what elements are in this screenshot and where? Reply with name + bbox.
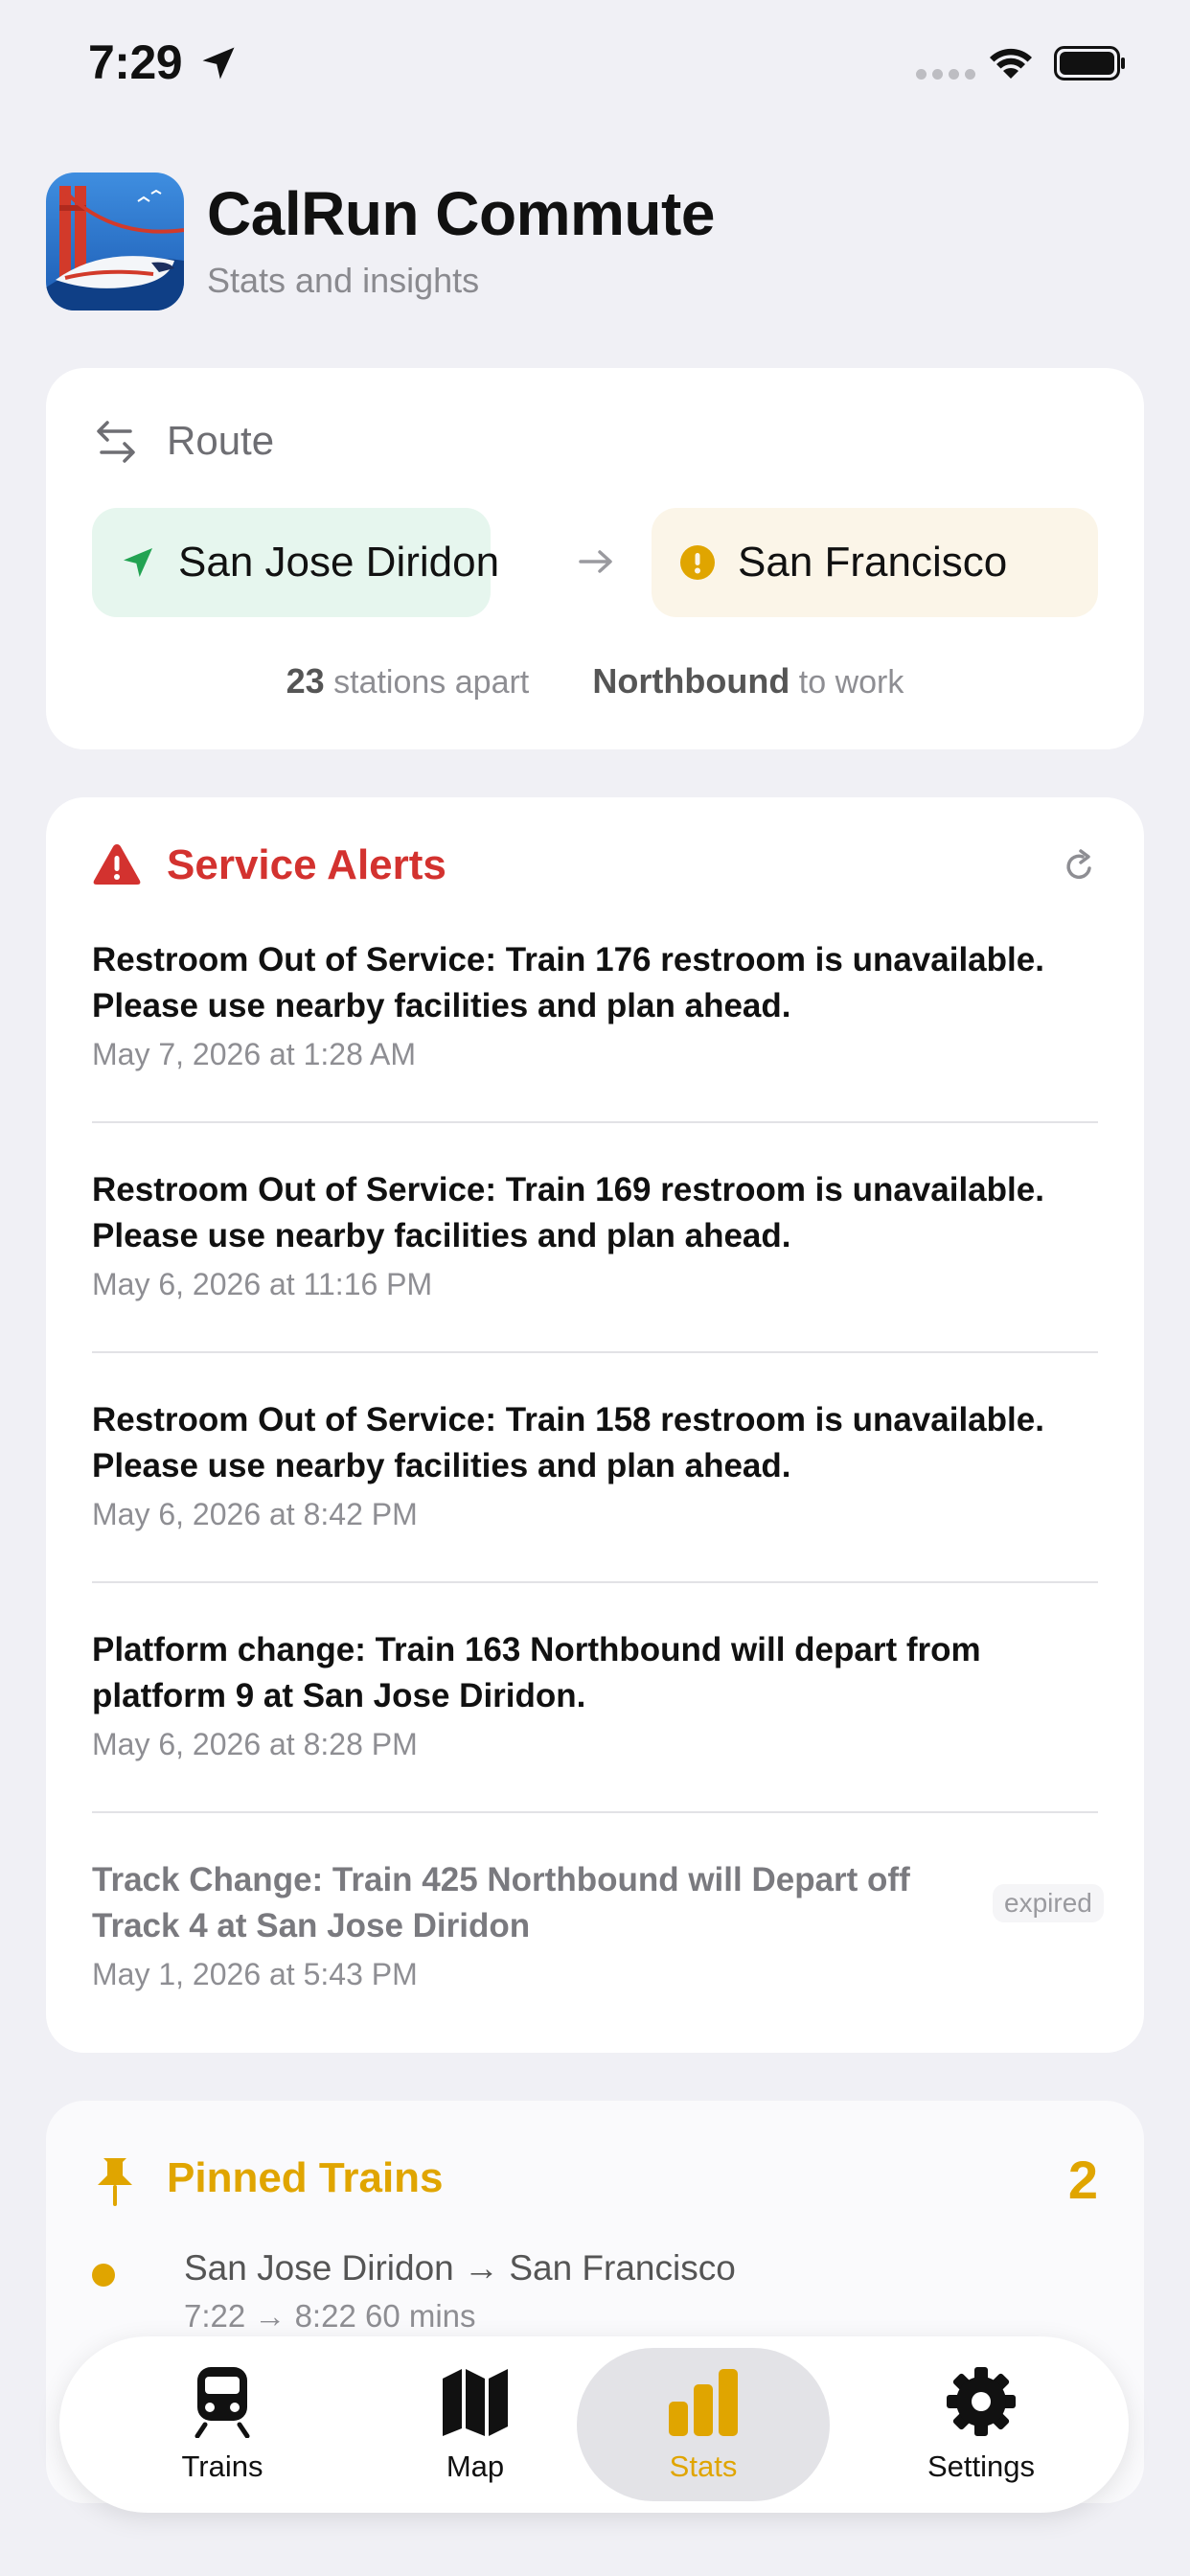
alert-text: Platform change: Train 163 Northbound wi… bbox=[92, 1631, 981, 1714]
cellular-signal-icon bbox=[916, 69, 975, 80]
service-alerts-card: Service Alerts Restroom Out of Service: … bbox=[46, 797, 1144, 2053]
app-subtitle: Stats and insights bbox=[207, 261, 480, 300]
destination-station-label: San Francisco bbox=[738, 539, 1008, 586]
divider bbox=[92, 1351, 1098, 1353]
alert-item[interactable]: Platform change: Train 163 Northbound wi… bbox=[92, 1627, 1098, 1762]
stats-icon bbox=[669, 2369, 738, 2436]
status-time: 7:29 bbox=[88, 35, 183, 89]
stations-suffix: stations apart bbox=[333, 664, 530, 701]
swap-arrows-icon bbox=[97, 421, 135, 463]
alert-item[interactable]: Restroom Out of Service: Train 169 restr… bbox=[92, 1167, 1098, 1302]
route-card: Route San Jose Diridon San Francisco 23 … bbox=[46, 368, 1144, 749]
origin-station-label: San Jose Diridon bbox=[178, 539, 500, 586]
pinned-count: 2 bbox=[1067, 2150, 1098, 2210]
pinned-route: San Jose Diridon → San Francisco bbox=[184, 2248, 736, 2288]
route-meta: 23 stations apart Northbound to work bbox=[46, 661, 1144, 702]
direction-suffix: to work bbox=[798, 664, 904, 701]
alert-date: May 1, 2026 at 5:43 PM bbox=[92, 1957, 418, 1991]
destination-pin-icon bbox=[680, 545, 715, 580]
divider bbox=[92, 1581, 1098, 1583]
alert-text: Track Change: Train 425 Northbound will … bbox=[92, 1861, 910, 1944]
tab-label: Settings bbox=[927, 2450, 1035, 2483]
gear-icon bbox=[947, 2367, 1016, 2436]
tab-label: Trains bbox=[181, 2450, 263, 2483]
tab-map[interactable]: Map bbox=[349, 2348, 602, 2501]
alert-text: Restroom Out of Service: Train 158 restr… bbox=[92, 1401, 1044, 1484]
alert-date: May 6, 2026 at 8:42 PM bbox=[92, 1497, 418, 1531]
tab-bar: Trains Map Stats Settings bbox=[59, 2336, 1129, 2513]
refresh-icon[interactable] bbox=[1060, 847, 1098, 886]
pinned-times: 7:22 → 8:22 60 mins bbox=[184, 2298, 476, 2334]
warning-triangle-icon bbox=[93, 844, 141, 885]
tab-trains[interactable]: Trains bbox=[96, 2348, 349, 2501]
pin-icon bbox=[98, 2158, 132, 2206]
alert-text: Restroom Out of Service: Train 176 restr… bbox=[92, 941, 1044, 1024]
alert-item-expired[interactable]: Track Change: Train 425 Northbound will … bbox=[92, 1857, 1104, 1992]
alert-item[interactable]: Restroom Out of Service: Train 176 restr… bbox=[92, 937, 1098, 1072]
alert-item[interactable]: Restroom Out of Service: Train 158 restr… bbox=[92, 1397, 1098, 1532]
tab-label: Map bbox=[446, 2450, 505, 2483]
divider bbox=[92, 1121, 1098, 1123]
wifi-icon bbox=[990, 48, 1032, 79]
location-arrow-icon bbox=[202, 47, 235, 80]
app-logo bbox=[46, 172, 184, 310]
location-arrow-icon bbox=[124, 548, 152, 577]
origin-station-button[interactable]: San Jose Diridon bbox=[92, 508, 499, 617]
alert-text: Restroom Out of Service: Train 169 restr… bbox=[92, 1171, 1044, 1254]
alert-date: May 6, 2026 at 11:16 PM bbox=[92, 1267, 433, 1301]
alerts-title: Service Alerts bbox=[167, 841, 446, 888]
alert-date: May 6, 2026 at 8:28 PM bbox=[92, 1727, 418, 1761]
status-dot bbox=[92, 2264, 115, 2287]
pinned-title: Pinned Trains bbox=[167, 2154, 444, 2201]
arrow-right-icon bbox=[579, 550, 612, 573]
destination-station-button[interactable]: San Francisco bbox=[652, 508, 1098, 617]
map-icon bbox=[443, 2369, 508, 2436]
tab-settings[interactable]: Settings bbox=[855, 2348, 1108, 2501]
app-title: CalRun Commute bbox=[207, 179, 715, 248]
train-icon bbox=[195, 2367, 250, 2438]
tab-label: Stats bbox=[669, 2450, 738, 2483]
alert-date: May 7, 2026 at 1:28 AM bbox=[92, 1037, 416, 1071]
status-bar: 7:29 bbox=[0, 0, 1190, 125]
direction-label: Northbound bbox=[592, 661, 790, 701]
battery-icon bbox=[1054, 46, 1125, 80]
divider bbox=[92, 1811, 1098, 1813]
route-label: Route bbox=[167, 418, 275, 463]
stations-count: 23 bbox=[286, 661, 325, 701]
expired-badge: expired bbox=[993, 1884, 1104, 1922]
tab-stats[interactable]: Stats bbox=[577, 2348, 830, 2501]
